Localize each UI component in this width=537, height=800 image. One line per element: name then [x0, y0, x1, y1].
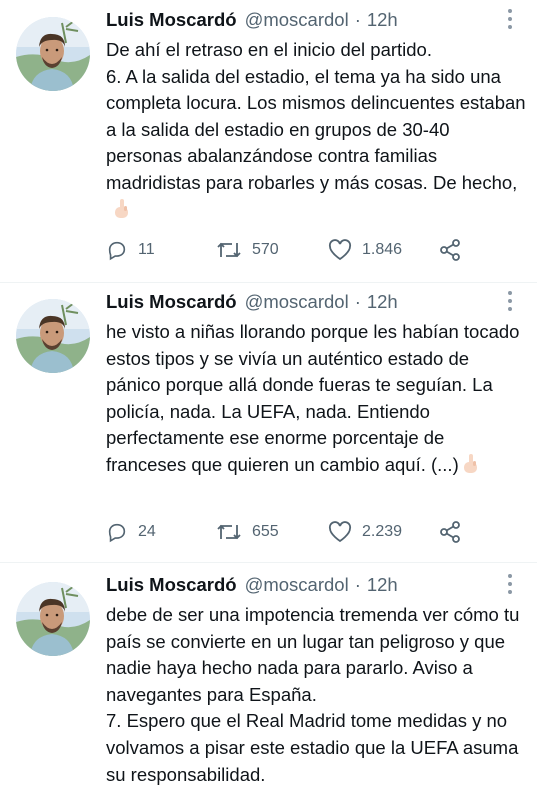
avatar[interactable]	[16, 582, 90, 656]
author-name[interactable]: Luis Moscardó	[106, 291, 237, 313]
retweet-icon	[217, 524, 241, 540]
tweet-header: Luis Moscardó @moscardol · 12h	[106, 287, 398, 317]
tweet-3[interactable]: Luis Moscardó @moscardol · 12h debe de s…	[0, 570, 537, 800]
timestamp[interactable]: 12h	[367, 574, 398, 596]
more-icon[interactable]	[507, 291, 513, 311]
author-handle[interactable]: @moscardol	[245, 9, 349, 31]
timestamp[interactable]: 12h	[367, 9, 398, 31]
tweet-header: Luis Moscardó @moscardol · 12h	[106, 570, 398, 600]
author-handle[interactable]: @moscardol	[245, 291, 349, 313]
timestamp[interactable]: 12h	[367, 291, 398, 313]
like-button[interactable]: 2.239	[328, 521, 438, 543]
more-icon[interactable]	[507, 574, 513, 594]
share-icon	[440, 521, 460, 543]
reply-button[interactable]: 11	[106, 239, 216, 261]
author-name[interactable]: Luis Moscardó	[106, 574, 237, 596]
retweet-button[interactable]: 655	[216, 521, 328, 543]
reply-icon	[108, 523, 126, 543]
action-bar: 24 655 2.239	[106, 517, 462, 547]
backhand-index-pointing-down-icon	[112, 198, 132, 220]
retweet-button[interactable]: 570	[216, 239, 328, 261]
like-count: 1.846	[362, 241, 403, 258]
reply-count: 11	[138, 241, 155, 258]
tweet-header: Luis Moscardó @moscardol · 12h	[106, 5, 398, 35]
avatar[interactable]	[16, 17, 90, 91]
separator: ·	[354, 574, 361, 595]
tweet-text: he visto a niñas llorando porque les hab…	[106, 321, 520, 475]
reply-icon	[108, 241, 126, 261]
reply-button[interactable]: 24	[106, 521, 216, 543]
like-icon	[328, 521, 352, 543]
tweet-1[interactable]: Luis Moscardó @moscardol · 12h De ahí el…	[0, 5, 537, 275]
tweet-2[interactable]: Luis Moscardó @moscardol · 12h he visto …	[0, 287, 537, 557]
avatar[interactable]	[16, 299, 90, 373]
more-icon[interactable]	[507, 9, 513, 29]
divider	[0, 562, 537, 563]
retweet-count: 570	[252, 241, 279, 258]
retweet-icon	[217, 242, 241, 258]
author-name[interactable]: Luis Moscardó	[106, 9, 237, 31]
divider	[0, 282, 537, 283]
backhand-index-pointing-down-icon	[461, 453, 481, 475]
like-count: 2.239	[362, 523, 403, 540]
like-icon	[328, 239, 352, 261]
share-icon	[440, 239, 460, 261]
share-button[interactable]	[438, 238, 462, 262]
tweet-text: De ahí el retraso en el inicio del parti…	[106, 37, 526, 223]
separator: ·	[354, 291, 361, 312]
share-button[interactable]	[438, 520, 462, 544]
author-handle[interactable]: @moscardol	[245, 574, 349, 596]
like-button[interactable]: 1.846	[328, 239, 438, 261]
separator: ·	[354, 9, 361, 30]
reply-count: 24	[138, 523, 156, 540]
action-bar: 11 570 1.846	[106, 235, 462, 265]
tweet-text: debe de ser una impotencia tremenda ver …	[106, 604, 520, 785]
retweet-count: 655	[252, 523, 279, 540]
